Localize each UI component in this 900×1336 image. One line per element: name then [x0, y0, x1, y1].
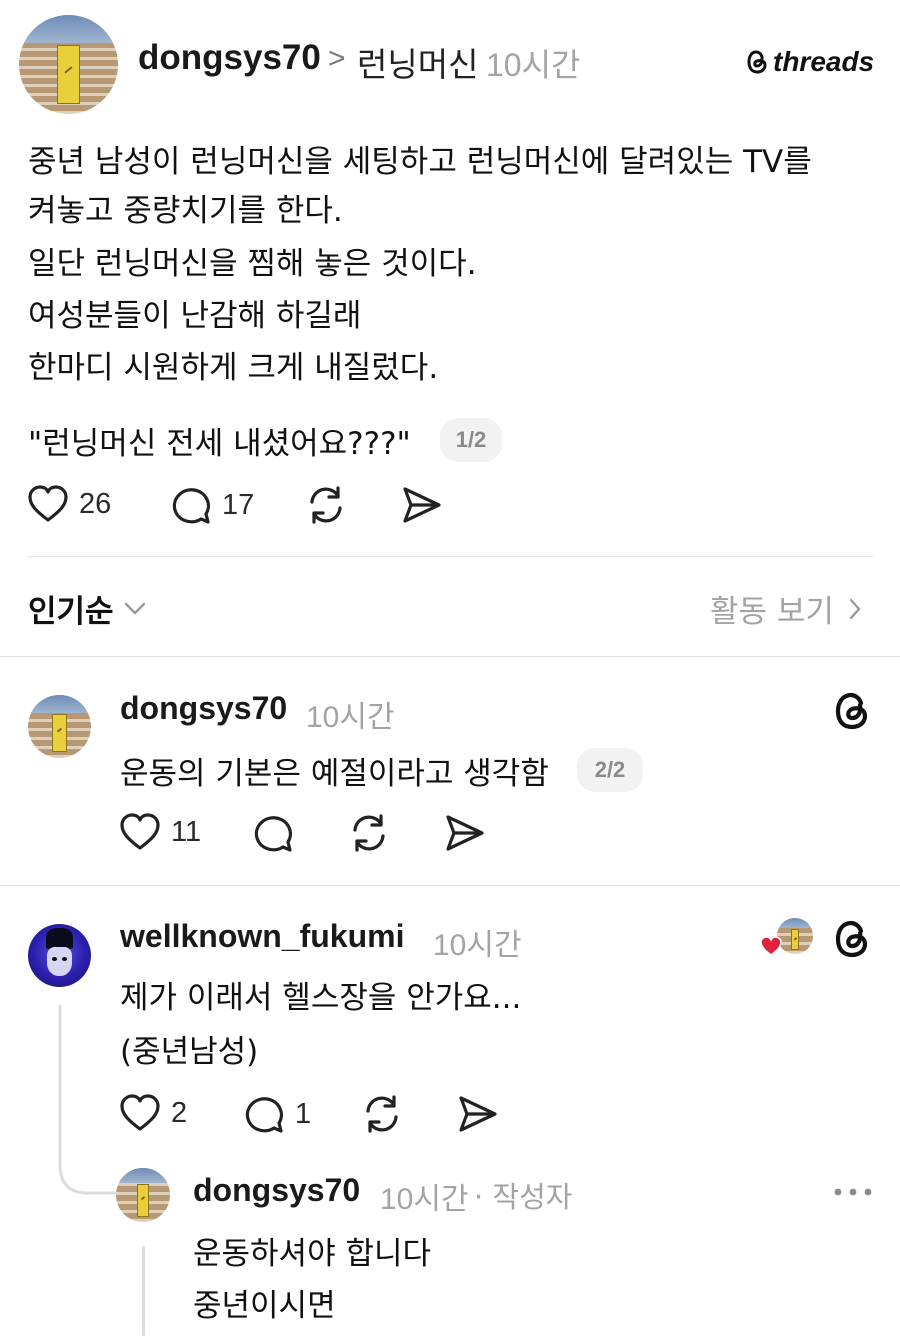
post-quote: "런닝머신 전세 내셨어요???"	[28, 426, 411, 462]
sort-label: 인기순	[28, 594, 114, 630]
reply-2-repost-button[interactable]	[360, 1093, 404, 1135]
post-body-line-5: 한마디 시원하게 크게 내질렀다.	[28, 350, 439, 386]
comment-count: 17	[222, 488, 255, 521]
reply-2-line-2: (중년남성)	[120, 1034, 259, 1070]
more-options-icon[interactable]	[833, 1186, 873, 1198]
reply-divider	[0, 885, 900, 886]
post-author-avatar[interactable]	[19, 15, 118, 114]
threads-logo-icon[interactable]	[832, 690, 872, 732]
author-tag: · 작성자	[474, 1180, 573, 1214]
post-body-line-4: 여성분들이 난감해 하길래	[28, 298, 362, 334]
reply-3-avatar[interactable]	[116, 1168, 170, 1222]
post-like-button[interactable]: 26	[27, 484, 111, 524]
reply-1-like-count: 11	[171, 815, 202, 848]
activity-link[interactable]: 활동 보기	[710, 586, 862, 631]
threads-brand: threads	[745, 46, 874, 78]
reply-1-page-badge: 2/2	[577, 748, 643, 792]
sort-divider	[0, 656, 900, 657]
post-comment-button[interactable]: 17	[170, 484, 254, 526]
reply-2-comment-count: 1	[295, 1097, 312, 1130]
post-divider	[28, 556, 873, 557]
nested-thread-line	[142, 1246, 145, 1336]
sort-dropdown[interactable]: 인기순	[28, 586, 146, 631]
post-time: 10시간	[486, 47, 581, 83]
post-body-line-3: 일단 런닝머신을 찜해 놓은 것이다.	[28, 246, 477, 282]
topic-tag[interactable]: 런닝머신	[357, 38, 478, 86]
breadcrumb-separator: >	[328, 42, 346, 75]
threads-wordmark: threads	[773, 46, 875, 77]
reply-3-time: 10시간	[380, 1183, 469, 1216]
reply-3-username[interactable]: dongsys70	[193, 1172, 360, 1209]
reply-2-share-button[interactable]	[456, 1093, 500, 1135]
send-icon	[459, 1096, 497, 1132]
reply-3-line-1: 운동하셔야 합니다	[193, 1236, 432, 1272]
reply-2-line-1: 제가 이래서 헬스장을 안가요...	[120, 980, 522, 1016]
reply-2-time: 10시간	[433, 929, 522, 962]
reply-1-text: 운동의 기본은 예절이라고 생각함	[120, 756, 549, 792]
reply-2-username[interactable]: wellknown_fukumi	[120, 918, 404, 955]
post-body-line-2: 켜놓고 중량치기를 한다.	[28, 193, 343, 229]
reply-2-avatar[interactable]	[28, 924, 91, 987]
post-body-line-1: 중년 남성이 런닝머신을 세팅하고 런닝머신에 달려있는 TV를	[28, 144, 812, 180]
heart-filled-icon	[760, 936, 782, 956]
send-icon	[403, 487, 441, 523]
page-badge: 1/2	[440, 418, 502, 462]
reply-1-repost-button[interactable]	[347, 812, 391, 854]
like-count: 26	[79, 487, 112, 520]
reply-2-like-button[interactable]: 2	[119, 1093, 187, 1133]
reply-1-username[interactable]: dongsys70	[120, 690, 287, 727]
threads-logo-icon[interactable]	[832, 918, 872, 960]
heart-icon	[120, 1094, 160, 1131]
heart-icon	[120, 813, 160, 850]
repost-icon	[310, 486, 342, 524]
comment-icon	[172, 488, 210, 524]
comment-icon	[245, 1097, 283, 1133]
reply-1-comment-button[interactable]	[252, 812, 294, 854]
reply-1-share-button[interactable]	[443, 812, 487, 854]
post-share-button[interactable]	[400, 484, 444, 526]
heart-icon	[28, 485, 68, 522]
repost-icon	[366, 1095, 398, 1133]
liked-by-author-avatar	[777, 918, 813, 954]
chevron-down-icon	[124, 602, 145, 615]
reply-1-like-button[interactable]: 11	[119, 812, 201, 852]
comment-icon	[254, 816, 292, 852]
reply-1-time: 10시간	[306, 701, 395, 734]
activity-label: 활동 보기	[710, 594, 834, 630]
reply-3-line-2: 중년이시면	[193, 1288, 336, 1324]
reply-2-like-count: 2	[171, 1096, 188, 1129]
thread-connector-line	[58, 1005, 116, 1195]
threads-logo-icon	[747, 50, 767, 74]
post-repost-button[interactable]	[304, 484, 348, 526]
send-icon	[446, 815, 484, 851]
reply-2-comment-button[interactable]: 1	[243, 1093, 311, 1135]
reply-1-avatar[interactable]	[28, 695, 91, 758]
post-author-username[interactable]: dongsys70	[138, 38, 321, 78]
chevron-right-icon	[849, 598, 861, 619]
repost-icon	[353, 814, 385, 852]
